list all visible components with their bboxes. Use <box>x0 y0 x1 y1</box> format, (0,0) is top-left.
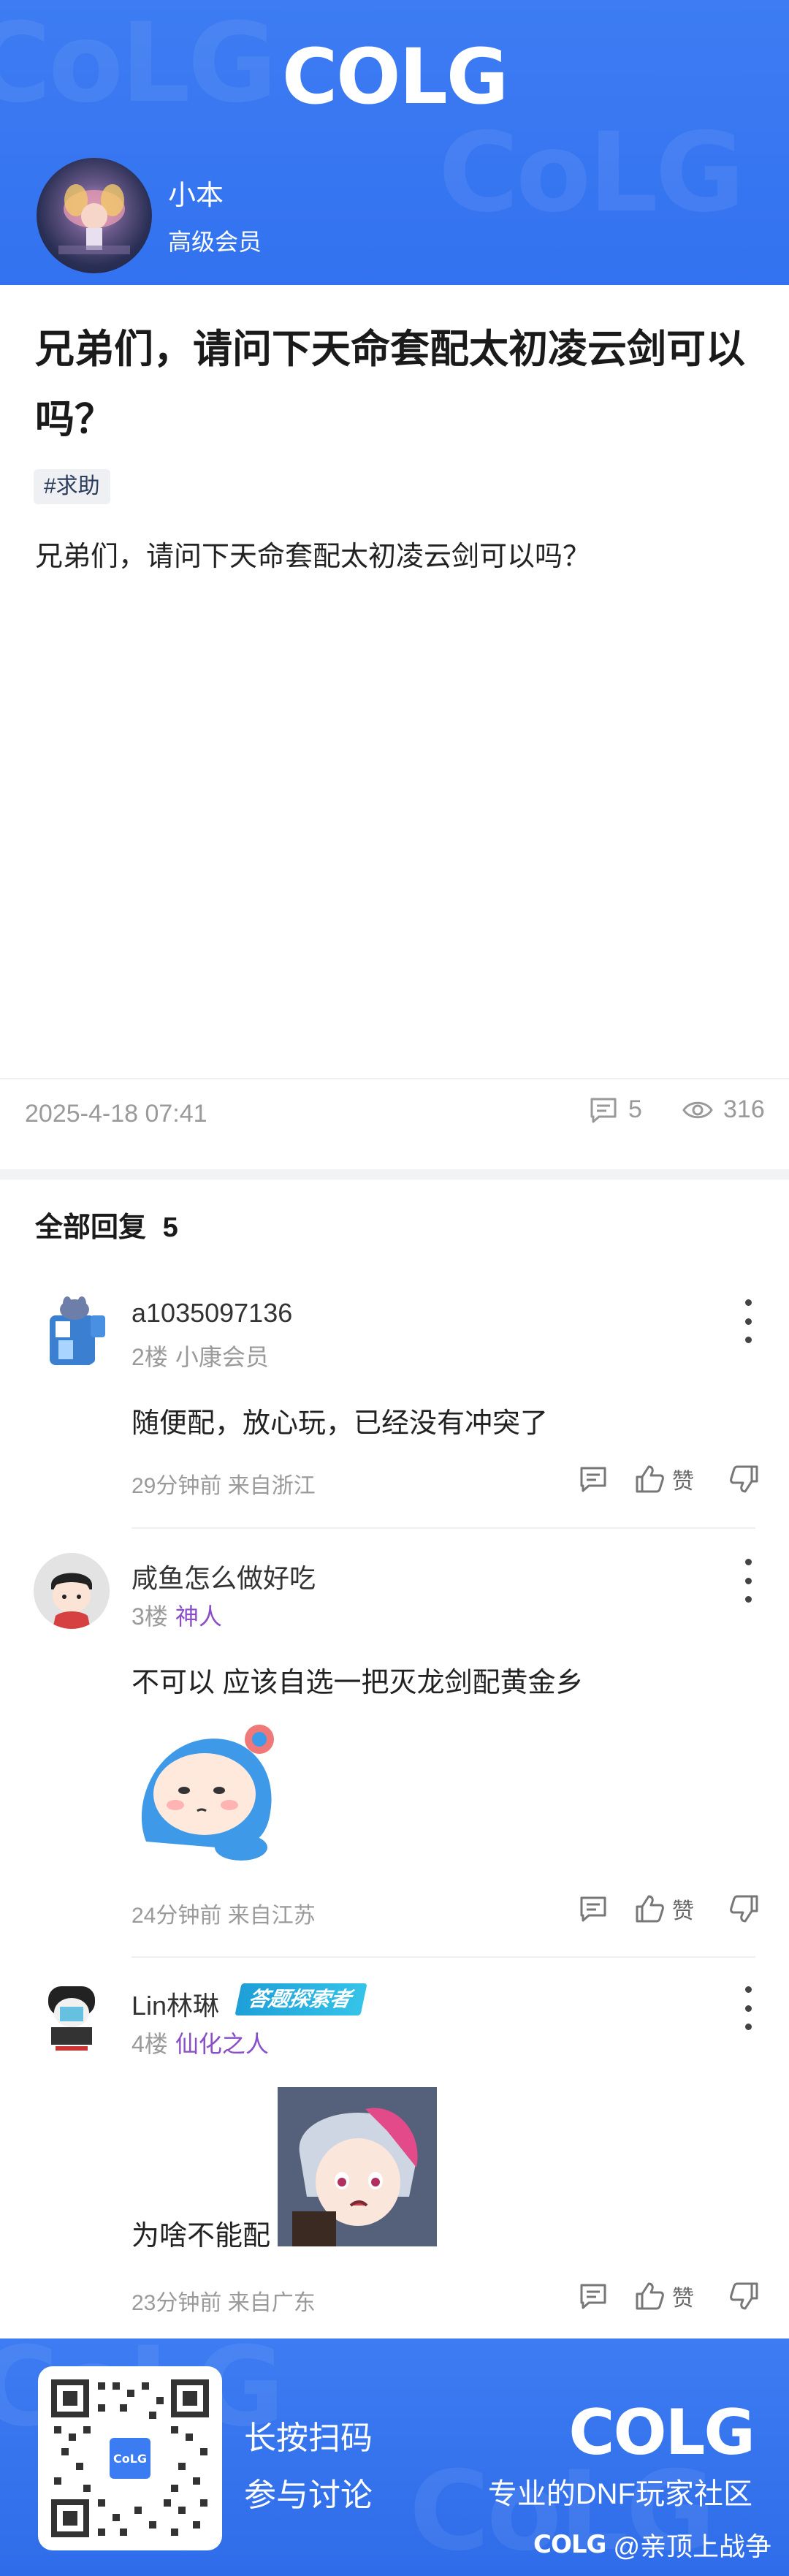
colg-logo: COLG <box>281 32 508 121</box>
reply-footer: 23分钟前 来自广东 赞 <box>132 2280 760 2317</box>
credit-text: @亲顶上战争 <box>613 2531 771 2561</box>
like-button[interactable]: 赞 <box>634 2280 694 2312</box>
thumbs-up-icon <box>636 1895 664 1923</box>
post-tag[interactable]: #求助 <box>34 469 110 504</box>
post-date: 2025-4-18 07:41 <box>25 1100 207 1128</box>
replies-count: 5 <box>162 1212 178 1243</box>
comment-count: 5 <box>628 1095 642 1123</box>
dislike-button[interactable] <box>729 1894 760 1923</box>
reply-item: Lin林琳 答题探索者 4楼 仙化之人 为啥不能配 23分钟前 来自广东 赞 <box>0 1980 789 2324</box>
qr-code[interactable]: CoLG <box>38 2366 222 2550</box>
like-button[interactable]: 赞 <box>634 1893 694 1925</box>
comment-icon <box>590 1098 617 1122</box>
floor-number: 4楼 <box>132 2031 168 2057</box>
eye-icon <box>682 1101 713 1118</box>
view-count-stat: 316 <box>682 1095 765 1124</box>
colg-logo: COLG <box>568 2396 755 2469</box>
dislike-button[interactable] <box>729 1464 760 1494</box>
reply-nick[interactable]: a1035097136 <box>132 1298 292 1329</box>
reply-content: 随便配，放心玩，已经没有冲突了 <box>132 1408 549 1439</box>
like-label: 赞 <box>672 2287 694 2311</box>
more-options-icon[interactable] <box>741 1559 755 1603</box>
share-footer-banner: CoLG CoLG CoLG 长按扫码 参与讨论 COLG 专业的DNF玩家社区 <box>0 2338 789 2576</box>
reply-actions: 赞 <box>552 1893 760 1925</box>
footer-credit: COLG @亲顶上战争 <box>533 2526 771 2564</box>
thumbs-up-icon <box>636 1465 664 1493</box>
reply-item: a1035097136 2楼 小康会员 随便配，放心玩，已经没有冲突了 29分钟前… <box>0 1293 789 1529</box>
thumbs-up-icon <box>636 2282 664 2310</box>
post-meta: 2025-4-18 07:41 5 316 <box>0 1078 789 1144</box>
thumbs-down-icon <box>730 1465 758 1493</box>
view-count: 316 <box>723 1095 765 1123</box>
author-name[interactable]: 小本 <box>168 172 224 213</box>
replies-title: 全部回复 5 <box>35 1204 178 1245</box>
reply-divider <box>132 1527 755 1529</box>
post-body: 兄弟们，请问下天命套配太初凌云剑可以吗？ <box>35 542 591 572</box>
more-options-icon[interactable] <box>741 1299 755 1343</box>
colg-mini-logo: COLG <box>533 2530 606 2559</box>
floor-number: 3楼 <box>132 1603 168 1630</box>
qr-code-icon: CoLG <box>48 2376 212 2540</box>
reply-nick[interactable]: 咸鱼怎么做好吃 <box>132 1557 316 1595</box>
header-watermark: CoLG <box>438 110 745 237</box>
user-rank: 神人 <box>175 1603 222 1630</box>
reply-sticker-image[interactable] <box>132 1717 285 1863</box>
reply-comment-button[interactable] <box>579 1895 608 1923</box>
reply-avatar[interactable] <box>34 1293 110 1369</box>
reply-footer: 29分钟前 来自浙江 赞 <box>132 1463 760 1500</box>
reply-divider <box>132 1956 755 1958</box>
reply-actions: 赞 <box>552 1463 760 1495</box>
post-card: 兄弟们，请问下天命套配太初凌云剑可以吗？ #求助 兄弟们，请问下天命套配太初凌云… <box>0 285 789 1169</box>
reply-comment-button[interactable] <box>579 2282 608 2310</box>
comment-icon <box>580 1896 606 1922</box>
post-header: CoLG CoLG COLG 小本 高级会员 <box>0 0 789 285</box>
like-label: 赞 <box>672 1899 694 1923</box>
author-avatar[interactable] <box>37 158 152 273</box>
like-label: 赞 <box>672 1470 694 1494</box>
reply-floor: 4楼 仙化之人 <box>132 2026 269 2059</box>
comment-icon <box>580 2284 606 2309</box>
author-level: 高级会员 <box>168 229 262 255</box>
svg-text:CoLG: CoLG <box>113 2452 147 2466</box>
thumbs-down-icon <box>730 1895 758 1923</box>
reply-actions: 赞 <box>552 2280 760 2312</box>
achievement-badge: 答题探索者 <box>235 1983 367 2015</box>
reply-time: 23分钟前 来自广东 <box>132 2291 316 2315</box>
reply-nick[interactable]: Lin林琳 <box>132 1985 219 2023</box>
comment-count-stat[interactable]: 5 <box>589 1095 642 1124</box>
section-divider <box>0 1169 789 1179</box>
reply-avatar[interactable] <box>34 1980 110 2056</box>
like-button[interactable]: 赞 <box>634 1463 694 1495</box>
reply-footer: 24分钟前 来自江苏 赞 <box>132 1893 760 1929</box>
reply-item: 咸鱼怎么做好吃 3楼 神人 不可以 应该自选一把灭龙剑配黄金乡 24分钟前 来自江… <box>0 1553 789 1958</box>
comment-icon <box>580 1467 606 1492</box>
user-rank: 小康会员 <box>175 1344 269 1370</box>
reply-floor: 2楼 小康会员 <box>132 1339 269 1372</box>
reply-time: 24分钟前 来自江苏 <box>132 1904 316 1928</box>
footer-slogan: 专业的DNF玩家社区 <box>487 2478 752 2510</box>
more-options-icon[interactable] <box>741 1986 755 2030</box>
reply-time: 29分钟前 来自浙江 <box>132 1474 316 1498</box>
reply-sticker-image[interactable] <box>278 2087 437 2246</box>
reply-content: 不可以 应该自选一把灭龙剑配黄金乡 <box>132 1668 584 1698</box>
post-title: 兄弟们，请问下天命套配太初凌云剑可以吗？ <box>35 327 745 441</box>
floor-number: 2楼 <box>132 1344 168 1370</box>
replies-title-label: 全部回复 <box>35 1212 147 1243</box>
reply-content: 为啥不能配 <box>132 2221 271 2252</box>
reply-avatar[interactable] <box>34 1553 110 1629</box>
thumbs-down-icon <box>730 2282 758 2310</box>
qr-instruction-line2: 参与讨论 <box>244 2477 373 2513</box>
qr-instruction-line1: 长按扫码 <box>244 2420 373 2456</box>
dislike-button[interactable] <box>729 2281 760 2311</box>
reply-floor: 3楼 神人 <box>132 1598 222 1632</box>
user-rank: 仙化之人 <box>175 2031 269 2057</box>
reply-comment-button[interactable] <box>579 1465 608 1493</box>
